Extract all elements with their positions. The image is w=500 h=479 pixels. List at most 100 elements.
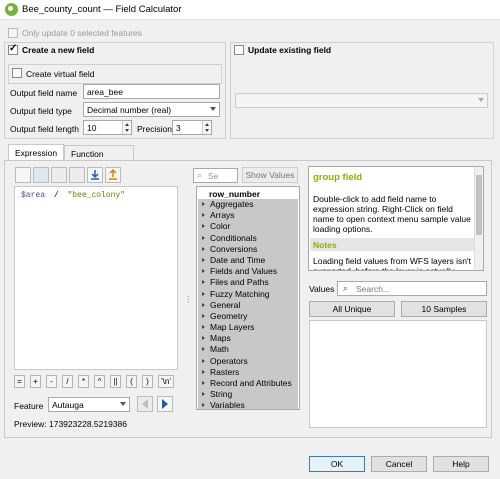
tree-group-rasters[interactable]: Rasters [198,367,298,378]
update-existing-field-checkbox[interactable] [234,45,244,55]
help-scrollbar-thumb[interactable] [476,175,482,235]
output-field-name-input[interactable]: area_bee [83,84,220,99]
edit-icon[interactable] [51,167,67,183]
output-field-length-label: Output field length [10,124,79,134]
output-field-type-value: Decimal number (real) [87,105,172,115]
tree-group-conversions[interactable]: Conversions [198,244,298,255]
operator-newline-button[interactable]: '\n' [158,375,174,388]
qgis-logo-icon [5,3,18,16]
precision-spinbox[interactable]: 3 [172,120,212,135]
values-search-input[interactable]: ⌕ Search... [337,281,487,296]
tree-group-files-and-paths[interactable]: Files and Paths [198,277,298,288]
function-group-list: Aggregates Arrays Color Conditionals Con… [198,199,298,409]
save-icon[interactable] [33,167,49,183]
tree-group-aggregates[interactable]: Aggregates [198,199,298,210]
search-icon: ⌕ [343,283,349,293]
tree-group-date-and-time[interactable]: Date and Time [198,255,298,266]
tree-group-general[interactable]: General [198,300,298,311]
create-virtual-field-label: Create virtual field [26,69,95,79]
all-unique-button[interactable]: All Unique [309,301,395,317]
help-notes: Loading field values from WFS layers isn… [313,256,471,271]
operator-close-paren-button[interactable]: ) [142,375,153,388]
operator-multiply-button[interactable]: * [78,375,89,388]
show-values-button[interactable]: Show Values [242,167,298,183]
existing-field-select[interactable] [235,93,488,108]
tree-group-fuzzy-matching[interactable]: Fuzzy Matching [198,289,298,300]
output-field-length-value: 10 [87,123,97,133]
ok-button[interactable]: OK [309,456,365,472]
operator-equals-button[interactable]: = [14,375,25,388]
help-button[interactable]: Help [433,456,489,472]
delete-icon[interactable] [69,167,85,183]
feature-select[interactable]: Autauga [48,397,130,412]
tree-group-maps[interactable]: Maps [198,333,298,344]
create-virtual-field-checkbox[interactable] [12,68,22,78]
tab-expression[interactable]: Expression [8,144,64,161]
tree-group-string[interactable]: String [198,389,298,400]
create-new-field-checkbox[interactable] [8,43,18,55]
chevron-down-icon [120,402,126,406]
only-update-selected-checkbox[interactable] [8,28,18,38]
operator-concat-button[interactable]: || [110,375,121,388]
expression-text: $area / "bee_colony" [21,191,125,200]
output-field-name-label: Output field name [10,88,78,98]
help-title: group field [313,172,363,183]
window-title: Bee_county_count — Field Calculator [22,4,182,15]
title-bar: Bee_county_count — Field Calculator [0,0,500,20]
function-tree[interactable]: row_number Aggregates Arrays Color Condi… [196,186,300,410]
tree-group-fields-and-values[interactable]: Fields and Values [198,266,298,277]
tree-group-arrays[interactable]: Arrays [198,210,298,221]
precision-value: 3 [176,123,181,133]
create-new-field-label: Create a new field [22,45,95,55]
operator-power-button[interactable]: ^ [94,375,105,388]
feature-value: Autauga [52,400,84,410]
help-scrollbar[interactable] [474,167,483,270]
previous-feature-button[interactable] [137,396,153,412]
expression-operator-token: / [53,191,59,200]
splitter-handle-icon[interactable]: ⋮ [184,294,193,305]
chevron-down-icon [210,107,216,111]
search-icon: ⌕ [197,170,203,180]
tree-group-conditionals[interactable]: Conditionals [198,233,298,244]
output-field-type-label: Output field type [10,106,72,116]
feature-label: Feature [14,401,44,411]
spin-arrows-icon[interactable] [202,121,211,134]
output-field-type-select[interactable]: Decimal number (real) [83,102,220,117]
function-search-input[interactable]: ⌕ Se [193,168,238,183]
tree-group-variables[interactable]: Variables [198,400,298,409]
function-tree-header[interactable]: row_number [209,189,260,199]
cancel-button[interactable]: Cancel [371,456,427,472]
expression-string-token: "bee_colony" [67,191,126,200]
operator-open-paren-button[interactable]: ( [126,375,137,388]
tree-group-map-layers[interactable]: Map Layers [198,322,298,333]
ten-samples-button[interactable]: 10 Samples [401,301,487,317]
import-icon[interactable] [87,167,103,183]
help-panel: group field Double-click to add field na… [308,166,484,271]
only-update-selected-label: Only update 0 selected features [22,28,143,38]
operator-divide-button[interactable]: / [62,375,73,388]
function-search-placeholder: Se [208,171,219,181]
next-feature-button[interactable] [157,396,173,412]
tree-group-math[interactable]: Math [198,344,298,355]
update-existing-field-group [230,42,494,139]
export-icon[interactable] [105,167,121,183]
preview-value: 173923228.5219386 [49,419,127,429]
tree-group-operators[interactable]: Operators [198,356,298,367]
operator-minus-button[interactable]: - [46,375,57,388]
output-field-length-spinbox[interactable]: 10 [83,120,132,135]
tree-group-record-and-attributes[interactable]: Record and Attributes [198,378,298,389]
expression-editor[interactable]: $area / "bee_colony" [14,186,178,370]
tab-function-editor[interactable]: Function Editor [64,145,134,169]
tree-group-geometry[interactable]: Geometry [198,311,298,322]
tree-group-color[interactable]: Color [198,221,298,232]
precision-label: Precision [137,124,172,134]
preview-label: Preview: [14,419,47,429]
help-body: Double-click to add field name to expres… [313,194,471,234]
operator-plus-button[interactable]: + [30,375,41,388]
values-search-placeholder: Search... [356,284,391,294]
spin-arrows-icon[interactable] [122,121,131,134]
new-file-icon[interactable] [15,167,31,183]
values-list[interactable] [309,320,487,428]
update-existing-field-label: Update existing field [248,45,332,55]
values-label: Values [309,284,335,294]
